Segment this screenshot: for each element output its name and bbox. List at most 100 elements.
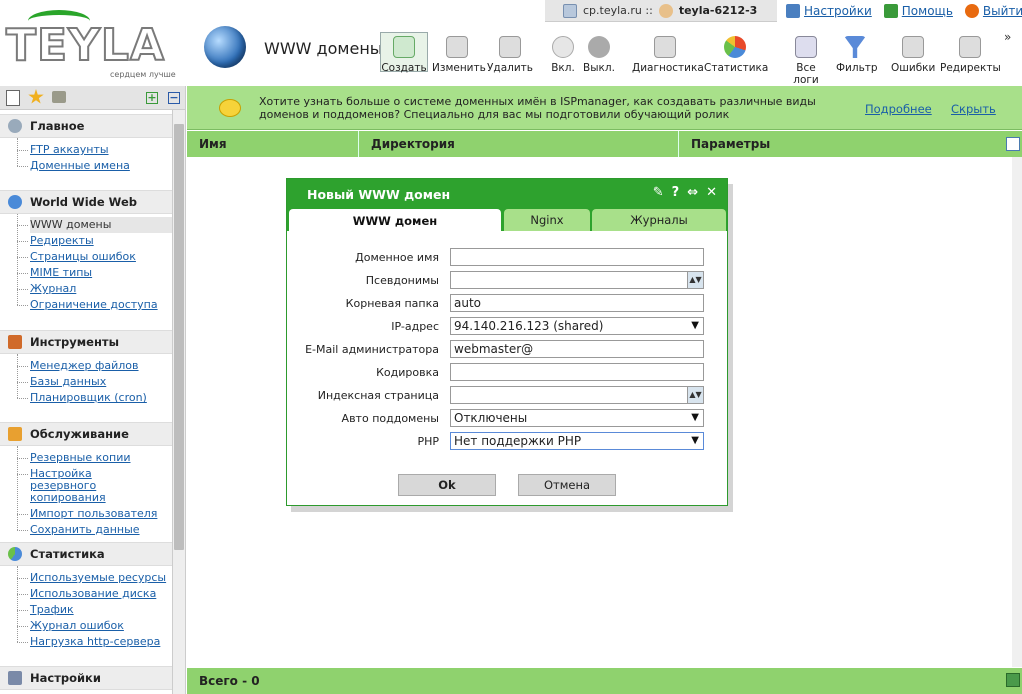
auto-subdomains-select[interactable]: Отключены ▼ [450, 409, 704, 427]
logo-word: TEYLA [5, 19, 166, 72]
help-question-icon[interactable]: ? [672, 185, 680, 200]
sidebar-item-backups[interactable]: Резервные копии [17, 450, 172, 466]
sidebar-item-resources[interactable]: Используемые ресурсы [17, 570, 172, 586]
sidebar-item-redirects[interactable]: Редиректы [17, 233, 172, 249]
sidebar-item-backup-settings[interactable]: Настройка резервного копирования [17, 466, 160, 506]
index-page-expand-icon[interactable]: ▲▼ [687, 387, 703, 403]
sidebar-section-title[interactable]: Инструменты [0, 330, 172, 354]
favorites-star-icon[interactable] [28, 89, 44, 104]
field-label: Кодировка [376, 366, 439, 379]
sidebar-item-ftp[interactable]: FTP аккаунты [17, 142, 172, 158]
php-select[interactable]: Нет поддержки PHP ▼ [450, 432, 704, 450]
cancel-button[interactable]: Отмена [518, 474, 616, 496]
admin-email-input[interactable]: webmaster@ [450, 340, 704, 358]
dialog-header[interactable]: Новый WWW домен ✎ ? ⇔ ✕ [287, 179, 727, 209]
export-icon[interactable] [1006, 673, 1020, 687]
toolbar-create-button[interactable]: Создать [380, 32, 428, 74]
toolbar-delete-label: Удалить [487, 62, 533, 74]
field-charset: Кодировка [287, 363, 729, 381]
tab-logs[interactable]: Журналы [592, 209, 726, 231]
aliases-input[interactable]: ▲▼ [450, 271, 704, 289]
sidebar-item-journal[interactable]: Журнал [17, 281, 172, 297]
tab-nginx[interactable]: Nginx [504, 209, 590, 231]
collapse-all-icon[interactable]: − [168, 92, 180, 104]
settings-section-icon [8, 671, 22, 685]
grid-header: Имя Директория Параметры [187, 131, 1022, 157]
diagnostics-icon [654, 36, 676, 58]
sidebar-item-access-limit[interactable]: Ограничение доступа [17, 297, 172, 313]
sidebar-section-title[interactable]: Настройки [0, 666, 172, 690]
maximize-icon[interactable]: ⇔ [687, 185, 698, 200]
toolbar-redirects-button[interactable]: Редиректы [940, 36, 1001, 74]
broom-icon[interactable]: ✎ [653, 185, 664, 200]
sidebar-item-traffic[interactable]: Трафик [17, 602, 172, 618]
sidebar-item-http-load[interactable]: Нагрузка http-сервера [17, 634, 172, 650]
errors-icon [902, 36, 924, 58]
sidebar-item-domain-names[interactable]: Доменные имена [17, 158, 172, 174]
sidebar-section-title[interactable]: Обслуживание [0, 422, 172, 446]
toolbar-logs-label: Все логи [793, 62, 819, 86]
dialog-form: Доменное имя Псевдонимы ▲▼ Корневая папк… [287, 231, 727, 503]
column-header-name[interactable]: Имя [187, 131, 359, 157]
toolbar-create-label: Создать [381, 62, 427, 74]
field-auto-subdomains: Авто поддомены Отключены ▼ [287, 409, 729, 427]
sidebar-item-cron[interactable]: Планировщик (cron) [17, 390, 172, 406]
sidebar-section-title[interactable]: Главное [0, 114, 172, 138]
sidebar-item-www-domains[interactable]: WWW домены [17, 217, 172, 233]
sidebar-item-mime-types[interactable]: MIME типы [17, 265, 172, 281]
php-value: Нет поддержки PHP [454, 434, 582, 448]
toolbar-off-button[interactable]: Выкл. [582, 36, 616, 74]
toolbar-logs-button[interactable]: Все логи [783, 36, 829, 86]
toolbar-on-button[interactable]: Вкл. [548, 36, 578, 74]
index-page-input[interactable]: ▲▼ [450, 386, 704, 404]
toolbar-edit-button[interactable]: Изменить [432, 36, 486, 74]
toolbar-diagnostics-button[interactable]: Диагностика [632, 36, 704, 74]
sidebar-item-databases[interactable]: Базы данных [17, 374, 172, 390]
list-view-icon[interactable] [6, 90, 20, 106]
briefcase-icon[interactable] [52, 91, 66, 103]
column-header-directory[interactable]: Директория [359, 131, 679, 157]
sidebar-item-save-data[interactable]: Сохранить данные [17, 522, 172, 538]
toolbar-filter-button[interactable]: Фильтр [836, 36, 878, 74]
banner-more-link[interactable]: Подробнее [865, 102, 932, 116]
logo[interactable]: TEYLA сердцем лучше [5, 10, 176, 79]
sidebar-scroll-thumb[interactable] [174, 124, 184, 550]
tab-www-domain[interactable]: WWW домен [289, 209, 501, 233]
sidebar-item-error-log[interactable]: Журнал ошибок [17, 618, 172, 634]
settings-link[interactable]: Настройки [786, 4, 872, 18]
toolbar-errors-button[interactable]: Ошибки [891, 36, 935, 74]
sidebar-item-file-manager[interactable]: Менеджер файлов [17, 358, 172, 374]
charset-input[interactable] [450, 363, 704, 381]
sidebar-section-title[interactable]: World Wide Web [0, 190, 172, 214]
section-title-text: World Wide Web [30, 195, 137, 209]
help-link[interactable]: Помощь [883, 4, 953, 18]
toolbar-overflow-button[interactable]: » [1004, 30, 1011, 44]
sidebar-item-import-user[interactable]: Импорт пользователя [17, 506, 172, 522]
sidebar-section-main: Главное FTP аккаунты Доменные имена [0, 114, 172, 174]
delete-icon [499, 36, 521, 58]
sidebar-scrollbar[interactable] [172, 110, 185, 694]
close-icon[interactable]: ✕ [706, 185, 717, 200]
toolbar-delete-button[interactable]: Удалить [487, 36, 533, 74]
toolbar-stats-button[interactable]: Статистика [704, 36, 768, 74]
ip-address-select[interactable]: 94.140.216.123 (shared) ▼ [450, 317, 704, 335]
column-header-params[interactable]: Параметры [679, 131, 1002, 157]
sidebar-section-tools: Инструменты Менеджер файлов Базы данных … [0, 330, 172, 406]
edit-icon [446, 36, 468, 58]
globe-small-icon [8, 195, 22, 209]
root-folder-input[interactable]: auto [450, 294, 704, 312]
toolbar-edit-label: Изменить [432, 62, 486, 74]
aliases-expand-icon[interactable]: ▲▼ [687, 272, 703, 288]
banner-hide-link[interactable]: Скрыть [951, 102, 996, 116]
redirect-icon [959, 36, 981, 58]
column-settings-icon[interactable] [1006, 137, 1020, 151]
domain-name-input[interactable] [450, 248, 704, 266]
ok-button[interactable]: Ok [398, 474, 496, 496]
sidebar-item-error-pages[interactable]: Страницы ошибок [17, 249, 172, 265]
sidebar-item-disk-usage[interactable]: Использование диска [17, 586, 172, 602]
logout-link[interactable]: Выйти [964, 4, 1022, 18]
pie-chart-icon [724, 36, 746, 58]
sidebar-section-title[interactable]: Статистика [0, 542, 172, 566]
expand-all-icon[interactable]: + [146, 92, 158, 104]
toolbar-on-label: Вкл. [551, 62, 575, 74]
